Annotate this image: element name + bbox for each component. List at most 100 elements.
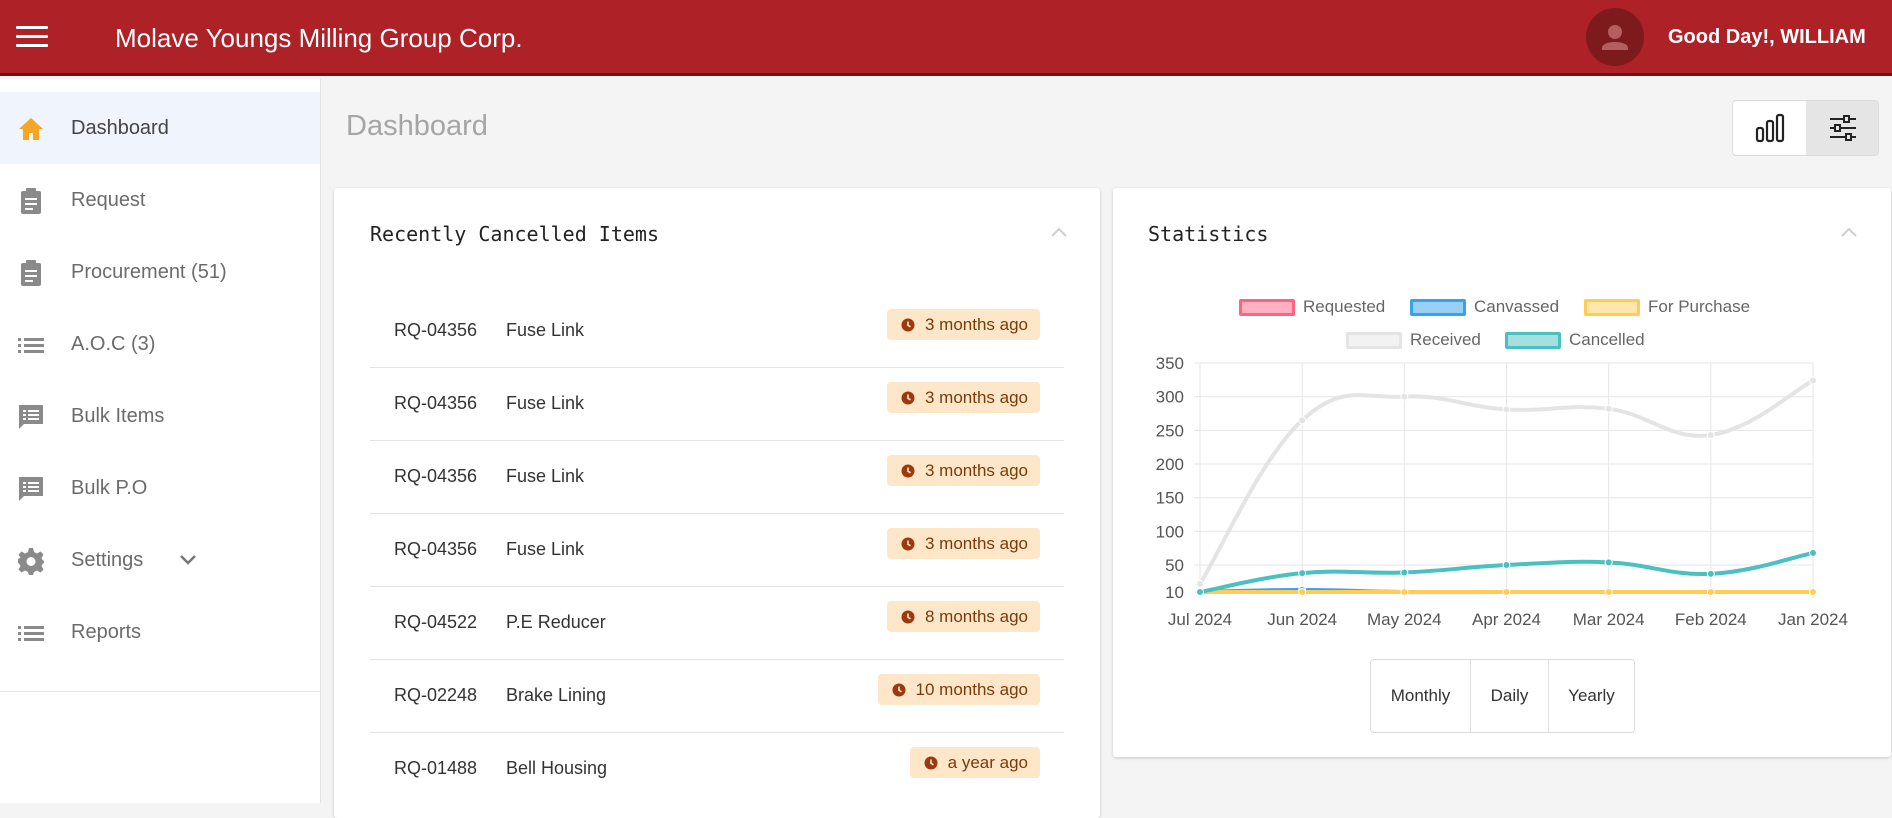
time-badge: 3 months ago: [886, 309, 1040, 340]
item-name: P.E Reducer: [506, 612, 606, 632]
request-number: RQ-04356: [394, 320, 478, 340]
gear-icon: [18, 548, 44, 575]
clock-icon: [892, 683, 906, 697]
request-number: RQ-04356: [394, 539, 478, 559]
legend-swatch: [1346, 331, 1402, 349]
y-tick-label: 150: [1156, 489, 1184, 508]
list-item[interactable]: RQ-04356 Fuse Link 3 months ago: [370, 295, 1064, 368]
sidebar-item-procurement[interactable]: Procurement (51): [0, 236, 320, 308]
list-item[interactable]: RQ-04356 Fuse Link 3 months ago: [370, 441, 1064, 514]
time-text: 3 months ago: [924, 388, 1028, 407]
brand-title: Molave Youngs Milling Group Corp.: [115, 23, 523, 53]
time-text: a year ago: [947, 753, 1028, 772]
legend-item-requested[interactable]: Requested: [1239, 297, 1385, 317]
hamburger-icon[interactable]: [16, 26, 48, 50]
time-text: 3 months ago: [924, 461, 1028, 480]
list-item[interactable]: RQ-04356 Fuse Link 3 months ago: [370, 368, 1064, 441]
view-toggle: [1732, 100, 1879, 156]
user-greeting[interactable]: Good Day!, WILLIAM: [1668, 26, 1866, 49]
monthly-button[interactable]: Monthly: [1371, 660, 1471, 732]
x-tick-label: Mar 2024: [1573, 610, 1645, 629]
legend-item-cancelled[interactable]: Cancelled: [1505, 330, 1645, 350]
item-name: Fuse Link: [506, 393, 585, 413]
y-tick-label: 300: [1156, 388, 1184, 407]
message-list-icon: [19, 405, 43, 429]
data-point-for-purchase: [1400, 588, 1409, 596]
sidebar-item-bulk-items[interactable]: Bulk Items: [0, 380, 320, 452]
daily-button[interactable]: Daily: [1471, 660, 1549, 732]
list-item[interactable]: RQ-04522 P.E Reducer 8 months ago: [370, 587, 1064, 660]
data-point-cancelled: [1706, 569, 1715, 578]
settings-view-button[interactable]: [1806, 101, 1878, 155]
sidebar-item-settings[interactable]: Settings: [0, 524, 320, 596]
x-tick-label: Jul 2024: [1168, 610, 1232, 629]
legend-item-canvassed[interactable]: Canvassed: [1410, 297, 1559, 317]
list-item[interactable]: RQ-01488 Bell Housing a year ago: [370, 733, 1064, 806]
item-name: Bell Housing: [506, 758, 608, 778]
sidebar-item-request[interactable]: Request: [0, 164, 320, 236]
time-badge: a year ago: [909, 747, 1040, 778]
data-point-for-purchase: [1706, 588, 1715, 596]
sidebar-item-label: Dashboard: [71, 116, 169, 139]
time-badge: 3 months ago: [886, 382, 1040, 413]
message-list-icon: [19, 477, 43, 501]
data-point-received: [1196, 579, 1204, 588]
chevron-up-icon[interactable]: [1050, 226, 1068, 238]
data-point-received: [1809, 376, 1817, 385]
y-tick-label: 350: [1156, 354, 1184, 373]
data-point-received: [1298, 416, 1307, 425]
data-point-for-purchase: [1502, 588, 1511, 596]
list-item[interactable]: RQ-04356 Fuse Link 3 months ago: [370, 514, 1064, 587]
legend-label: Received: [1410, 330, 1481, 349]
legend-label: Requested: [1303, 297, 1386, 316]
data-point-received: [1502, 405, 1511, 414]
sidebar-divider: [0, 691, 320, 692]
clock-icon: [901, 318, 915, 332]
x-tick-label: Feb 2024: [1675, 610, 1747, 629]
chart-view-button[interactable]: [1733, 101, 1806, 155]
sidebar-item-label: Reports: [71, 620, 142, 643]
time-text: 8 months ago: [924, 607, 1028, 626]
y-tick-label: 200: [1156, 455, 1184, 474]
clipboard-icon: [21, 260, 41, 286]
sidebar-item-bulk-po[interactable]: Bulk P.O: [0, 452, 320, 524]
item-name: Fuse Link: [506, 539, 585, 559]
legend-item-received[interactable]: Received: [1346, 330, 1481, 350]
legend-item-for-purchase[interactable]: For Purchase: [1584, 297, 1750, 317]
data-point-cancelled: [1298, 569, 1307, 578]
clock-icon: [901, 464, 915, 478]
sidebar-item-dashboard[interactable]: Dashboard: [0, 92, 320, 164]
data-point-cancelled: [1400, 568, 1409, 577]
bar-chart-icon: [1755, 113, 1784, 143]
time-badge: 3 months ago: [886, 528, 1040, 559]
x-tick-label: Jun 2024: [1267, 610, 1337, 629]
statistics-card-title: Statistics: [1148, 222, 1269, 246]
data-point-received: [1604, 404, 1613, 413]
clock-icon: [924, 756, 938, 770]
request-number: RQ-02248: [394, 685, 478, 705]
legend-label: For Purchase: [1648, 297, 1751, 316]
chevron-down-icon[interactable]: [178, 550, 198, 570]
data-point-for-purchase: [1298, 588, 1307, 596]
sidebar-item-aoc[interactable]: A.O.C (3): [0, 308, 320, 380]
legend-swatch: [1584, 298, 1640, 316]
sidebar-item-reports[interactable]: Reports: [0, 596, 320, 668]
sliders-icon: [1829, 115, 1856, 141]
sidebar-item-label: Bulk P.O: [71, 476, 148, 499]
clipboard-icon: [21, 188, 41, 214]
x-tick-label: Jan 2024: [1778, 610, 1848, 629]
y-tick-label: 250: [1156, 421, 1184, 440]
time-text: 10 months ago: [915, 680, 1028, 699]
list-item[interactable]: RQ-02248 Brake Lining 10 months ago: [370, 660, 1064, 733]
cancelled-card-title: Recently Cancelled Items: [370, 222, 659, 246]
data-point-cancelled: [1196, 588, 1204, 596]
user-avatar-icon[interactable]: [1586, 8, 1644, 66]
time-text: 3 months ago: [924, 315, 1028, 334]
x-tick-label: May 2024: [1367, 610, 1442, 629]
yearly-button[interactable]: Yearly: [1549, 660, 1634, 732]
chevron-up-icon[interactable]: [1840, 226, 1858, 238]
sidebar-item-label: Procurement (51): [71, 260, 227, 283]
legend-swatch: [1410, 298, 1466, 316]
list-icon: [18, 338, 44, 353]
data-point-cancelled: [1604, 558, 1613, 567]
